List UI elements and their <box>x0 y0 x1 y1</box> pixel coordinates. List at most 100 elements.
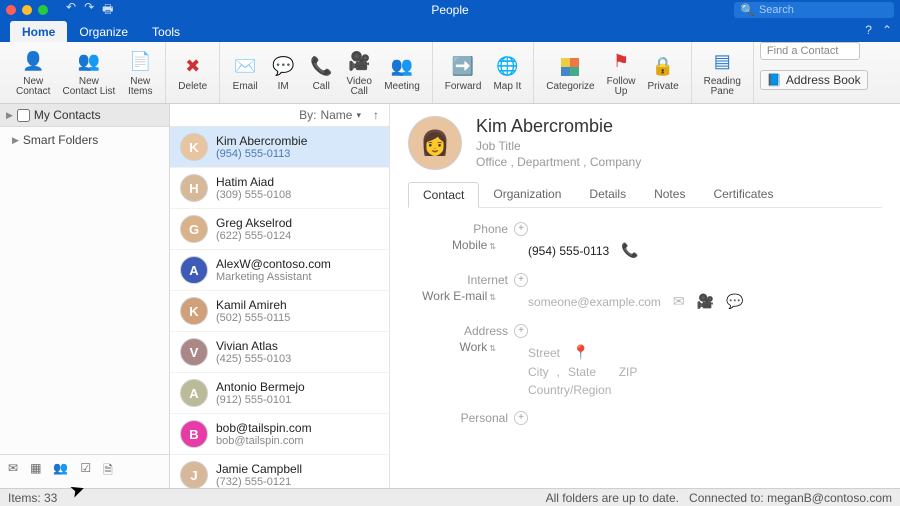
country-field[interactable]: Country/Region <box>528 383 611 397</box>
contact-row-sub: (309) 555-0108 <box>216 189 291 201</box>
detail-tab-organization[interactable]: Organization <box>479 182 575 207</box>
chat-action-icon[interactable]: 💬 <box>726 293 743 310</box>
reading-pane-button[interactable]: ▤ReadingPane <box>698 49 747 97</box>
contact-row-sub: (954) 555-0113 <box>216 148 307 160</box>
contact-job-title[interactable]: Job Title <box>476 139 641 153</box>
private-button[interactable]: 🔒Private <box>642 54 685 92</box>
detail-tab-contact[interactable]: Contact <box>408 182 479 208</box>
calendar-icon[interactable]: ▦ <box>30 461 41 482</box>
address-book-icon: 📘 <box>767 73 782 87</box>
notes-icon[interactable]: 🗎 <box>103 461 113 482</box>
my-contacts-checkbox[interactable] <box>17 109 30 122</box>
sort-by-label: By: <box>299 108 316 122</box>
collapse-ribbon-icon[interactable]: ⌃ <box>882 23 892 37</box>
new-contact-list-button[interactable]: 👥NewContact List <box>56 49 121 97</box>
work-email-label[interactable]: Work E-mail <box>422 289 487 303</box>
tab-organize[interactable]: Organize <box>67 21 140 42</box>
email-action-icon[interactable]: ✉ <box>673 293 685 310</box>
sidebar-header-label: My Contacts <box>34 108 101 122</box>
sort-field[interactable]: Name <box>320 108 352 122</box>
contact-row[interactable]: KKim Abercrombie(954) 555-0113 <box>170 127 389 168</box>
people-icon[interactable]: 👥 <box>53 461 68 482</box>
work-email-value[interactable]: someone@example.com <box>528 295 661 309</box>
contact-row-name: Greg Akselrod <box>216 216 292 230</box>
contact-row-name: AlexW@contoso.com <box>216 257 331 271</box>
address-book-button[interactable]: 📘Address Book <box>760 70 868 90</box>
state-field[interactable]: State <box>568 365 596 379</box>
zip-field[interactable]: ZIP <box>619 365 638 379</box>
email-button[interactable]: ✉️Email <box>226 54 264 92</box>
contact-row-name: Vivian Atlas <box>216 339 291 353</box>
reading-pane-icon: ▤ <box>709 49 735 75</box>
sidebar-smart-folders[interactable]: ▶ Smart Folders <box>0 127 169 153</box>
sidebar-my-contacts[interactable]: ▶ My Contacts <box>0 104 169 127</box>
envelope-icon: ✉️ <box>232 54 258 80</box>
contact-row[interactable]: A AlexW@contoso.comMarketing Assistant <box>170 250 389 291</box>
contact-row-sub: Marketing Assistant <box>216 271 331 283</box>
module-switcher: ✉ ▦ 👥 ☑ 🗎 <box>0 454 169 488</box>
lock-icon: 🔒 <box>650 54 676 80</box>
video-icon: 🎥 <box>346 49 372 75</box>
work-address-label[interactable]: Work <box>460 340 488 354</box>
contact-row[interactable]: KKamil Amireh(502) 555-0115 <box>170 291 389 332</box>
tab-home[interactable]: Home <box>10 21 67 42</box>
phone-action-icon[interactable]: 📞 <box>621 242 638 259</box>
categorize-icon <box>557 54 583 80</box>
meeting-button[interactable]: 👥Meeting <box>378 54 426 92</box>
delete-icon: ✖ <box>180 54 206 80</box>
new-contact-button[interactable]: 👤NewContact <box>10 49 56 97</box>
categorize-button[interactable]: Categorize <box>540 54 600 92</box>
people-icon: 👥 <box>389 54 415 80</box>
delete-button[interactable]: ✖Delete <box>172 54 213 92</box>
contact-row[interactable]: V Vivian Atlas(425) 555-0103 <box>170 332 389 373</box>
street-field[interactable]: Street <box>528 346 560 360</box>
phone-icon: 📞 <box>308 54 334 80</box>
mobile-value[interactable]: (954) 555-0113 <box>528 244 609 258</box>
map-pin-icon[interactable]: 📍 <box>572 344 589 361</box>
triangle-right-icon: ▶ <box>12 135 19 146</box>
internet-section-label: Internet <box>467 273 508 287</box>
avatar: V <box>180 338 208 366</box>
contact-row[interactable]: HHatim Aiad(309) 555-0108 <box>170 168 389 209</box>
add-address-button[interactable]: + <box>514 324 528 338</box>
chevron-down-icon[interactable]: ▾ <box>356 110 361 121</box>
add-phone-button[interactable]: + <box>514 222 528 236</box>
video-action-icon[interactable]: 🎥 <box>697 293 714 310</box>
find-contact-input[interactable]: Find a Contact <box>760 42 860 60</box>
contact-row[interactable]: Bbob@tailspin.combob@tailspin.com <box>170 414 389 455</box>
contact-row-name: Kamil Amireh <box>216 298 290 312</box>
city-field[interactable]: City <box>528 365 549 379</box>
new-items-icon: 📄 <box>127 49 153 75</box>
forward-button[interactable]: ➡️Forward <box>439 54 488 92</box>
follow-up-button[interactable]: ⚑FollowUp <box>601 49 642 97</box>
contact-row-name: Hatim Aiad <box>216 175 291 189</box>
help-icon[interactable]: ? <box>865 23 872 37</box>
tasks-icon[interactable]: ☑ <box>80 461 91 482</box>
mobile-label[interactable]: Mobile <box>452 238 487 252</box>
person-plus-icon: 👤 <box>20 49 46 75</box>
detail-tab-details[interactable]: Details <box>575 182 640 207</box>
contact-photo[interactable]: 👩 <box>408 116 462 170</box>
add-personal-button[interactable]: + <box>514 411 528 425</box>
contact-row-sub: (622) 555-0124 <box>216 230 292 242</box>
map-it-button[interactable]: 🌐Map It <box>487 54 527 92</box>
avatar: J <box>180 461 208 488</box>
contact-row[interactable]: JJamie Campbell(732) 555-0121 <box>170 455 389 488</box>
contact-row-name: Antonio Bermejo <box>216 380 305 394</box>
mail-icon[interactable]: ✉ <box>8 461 18 482</box>
detail-tab-notes[interactable]: Notes <box>640 182 699 207</box>
tab-tools[interactable]: Tools <box>140 21 192 42</box>
sort-ascending-icon[interactable]: ↑ <box>373 108 379 122</box>
im-button[interactable]: 💬IM <box>264 54 302 92</box>
avatar: A <box>180 256 208 284</box>
ribbon: 👤NewContact 👥NewContact List 📄NewItems ✖… <box>0 42 900 104</box>
contact-row[interactable]: AAntonio Bermejo(912) 555-0101 <box>170 373 389 414</box>
contact-row-sub: (425) 555-0103 <box>216 353 291 365</box>
contact-row[interactable]: GGreg Akselrod(622) 555-0124 <box>170 209 389 250</box>
add-internet-button[interactable]: + <box>514 273 528 287</box>
new-items-button[interactable]: 📄NewItems <box>121 49 159 97</box>
video-call-button[interactable]: 🎥VideoCall <box>340 49 378 97</box>
call-button[interactable]: 📞Call <box>302 54 340 92</box>
detail-tab-certificates[interactable]: Certificates <box>699 182 787 207</box>
contact-org-line[interactable]: Office , Department , Company <box>476 155 641 169</box>
